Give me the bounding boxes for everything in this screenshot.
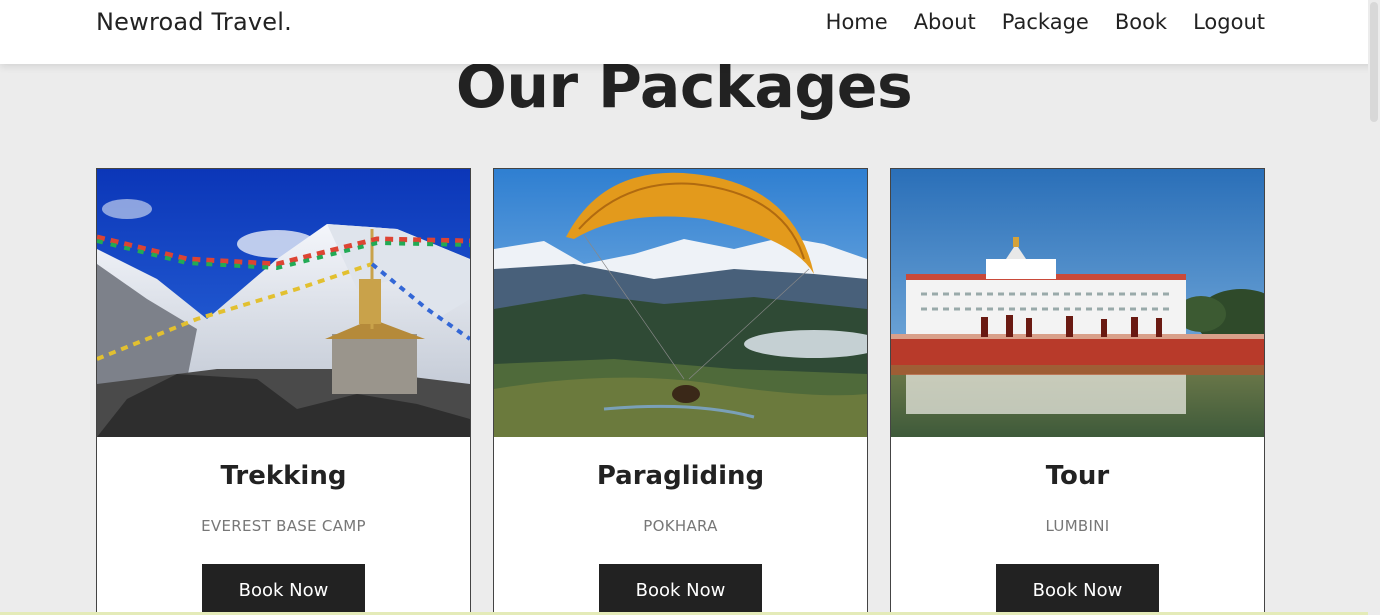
package-title: Trekking: [220, 461, 347, 491]
nav-links: Home About Package Book Logout: [826, 10, 1265, 34]
navbar: Newroad Travel. Home About Package Book …: [0, 0, 1380, 64]
nav-link-home[interactable]: Home: [826, 10, 888, 34]
book-now-button-paragliding[interactable]: Book Now: [599, 564, 762, 615]
scrollbar[interactable]: [1368, 0, 1380, 615]
nav-link-about[interactable]: About: [914, 10, 976, 34]
package-card-trekking: Trekking EVEREST BASE CAMP Book Now: [96, 168, 471, 615]
nav-link-package[interactable]: Package: [1002, 10, 1089, 34]
package-location: EVEREST BASE CAMP: [201, 517, 366, 535]
book-now-button-trekking[interactable]: Book Now: [202, 564, 365, 615]
brand-logo[interactable]: Newroad Travel.: [96, 8, 292, 36]
book-now-button-tour[interactable]: Book Now: [996, 564, 1159, 615]
package-title: Paragliding: [596, 461, 765, 491]
package-location: POKHARA: [643, 517, 718, 535]
package-card-tour: Tour LUMBINI Book Now: [890, 168, 1265, 615]
everest-prayer-flags-photo: [97, 169, 470, 437]
nav-link-logout[interactable]: Logout: [1193, 10, 1265, 34]
scrollbar-thumb[interactable]: [1370, 2, 1378, 122]
nav-link-book[interactable]: Book: [1115, 10, 1167, 34]
paraglider-over-valley-photo: [494, 169, 867, 437]
lumbini-temple-reflection-photo: [891, 169, 1264, 437]
package-title: Tour: [1045, 461, 1110, 491]
package-location: LUMBINI: [1045, 517, 1110, 535]
package-card-paragliding: Paragliding POKHARA Book Now: [493, 168, 868, 615]
